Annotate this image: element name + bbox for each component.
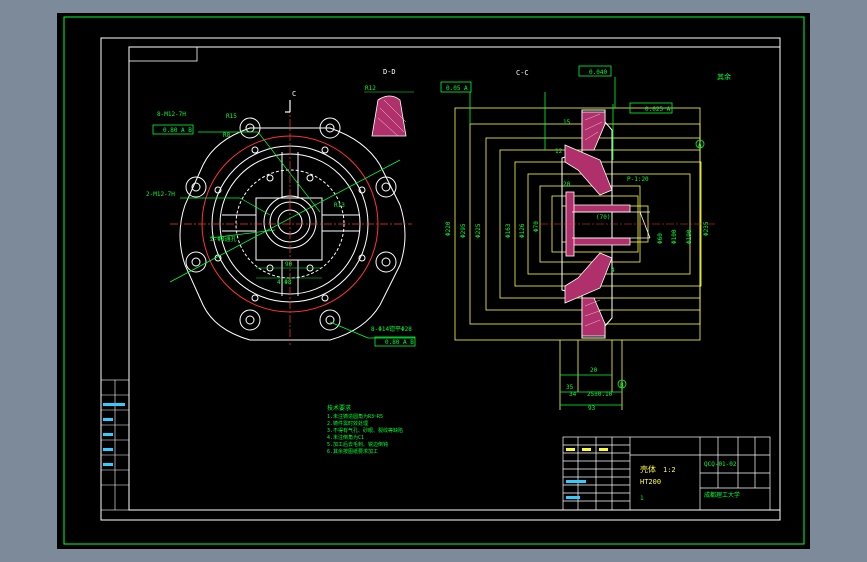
label-datum-b: B: [620, 382, 624, 389]
tech-note-6: 6.其余按图纸要求加工: [327, 448, 378, 455]
label-dim-20: 20: [563, 181, 571, 188]
title-stamp-5: [566, 496, 580, 499]
title-block-text: 壳体 1:2 HT200 QCQ-01-02 成都理工大学 1: [566, 448, 740, 502]
label-dim-d220: Φ220: [445, 221, 452, 236]
title-stamp-2: [582, 448, 591, 451]
title-stamp-3: [599, 448, 608, 451]
label-flatness: 0.05 A: [446, 85, 468, 92]
title-company: 成都理工大学: [704, 491, 740, 499]
label-r15: R15: [226, 113, 237, 120]
tech-note-4: 4.未注倒角为C1: [327, 434, 364, 441]
sheet-border: [100, 37, 781, 521]
label-r13: R13: [334, 202, 345, 209]
title-drawing-no: QCQ-01-02: [704, 461, 737, 468]
title-material: HT200: [640, 478, 661, 486]
label-pos-tol-bottom: 0.80 A B: [385, 339, 414, 346]
label-datum-a: A: [698, 142, 702, 149]
label-dim-4: 4: [611, 267, 615, 274]
corner-box: [128, 46, 198, 62]
drawing-labels: D-D C-C C R12 R15 R8 R13 8-M12-7H 2-M12-…: [146, 68, 731, 412]
label-dim-d225: Φ225: [475, 223, 482, 238]
label-dim-d70: Φ70: [533, 221, 540, 232]
tech-note-5: 5.加工后去毛刺、锐边倒钝: [327, 441, 388, 448]
label-dim-90: 90: [285, 261, 293, 268]
title-scale: 1:2: [663, 466, 676, 474]
tech-notes-title: 技术要求: [327, 404, 351, 412]
tech-note-1: 1.未注铸造圆角为R3~R5: [327, 413, 383, 420]
label-dim-d163: Φ163: [505, 223, 512, 238]
title-stamp-4: [566, 480, 586, 483]
label-hole-bottom: 8-Φ14锪平Φ28: [371, 325, 412, 333]
label-dim-d60: Φ60: [657, 233, 664, 244]
label-dim-d100: Φ100: [671, 229, 678, 244]
label-dim-12: 12: [555, 148, 563, 155]
label-r8: R8: [223, 132, 231, 139]
label-dim-93: 93: [588, 405, 596, 412]
label-dim-25: 25±0.10: [587, 391, 613, 398]
tech-note-2: 2.铸件需时效处理: [327, 420, 368, 427]
label-dim-d190: Φ190: [686, 229, 693, 244]
label-dim-d295: Φ295: [460, 223, 467, 238]
label-hole-top: 8-M12-7H: [157, 111, 186, 118]
label-taper: P-1:20: [627, 176, 649, 183]
label-dim-20b: 20: [590, 367, 598, 374]
side-column-labels: [103, 403, 125, 466]
label-dim-35: 35: [566, 384, 574, 391]
title-stamp-1: [566, 448, 575, 451]
label-pos-tol-top: 0.80 A B: [163, 127, 192, 134]
label-dim-15: 15: [563, 119, 571, 126]
label-section-c: C: [292, 90, 296, 98]
front-view: [169, 100, 415, 345]
title-part-name: 壳体: [640, 464, 656, 474]
label-roughness: 其余: [717, 72, 731, 81]
outer-frame: [63, 16, 805, 545]
technical-notes: 技术要求 1.未注铸造圆角为R3~R5 2.铸件需时效处理 3.不得有气孔、砂眼…: [327, 404, 403, 455]
label-view-dd: D-D: [383, 68, 396, 76]
label-hole-left: 2-M12-7H: [146, 191, 175, 198]
cad-drawing: D-D C-C C R12 R15 R8 R13 8-M12-7H 2-M12-…: [63, 16, 805, 545]
label-dim-34: 34: [569, 391, 577, 398]
section-dd: [364, 91, 414, 137]
label-dim-70: (70): [596, 214, 610, 221]
label-dim-d126: Φ126: [519, 223, 526, 238]
label-view-cc: C-C: [516, 69, 529, 77]
label-dim-4-8: 4-Φ8: [277, 279, 292, 286]
label-hole-inner: 2-Φ8通孔: [210, 235, 236, 243]
label-parallel: 0.040: [589, 69, 607, 76]
tech-note-3: 3.不得有气孔、砂眼、裂纹等缺陷: [327, 427, 403, 434]
label-perp: 0.025 A: [645, 106, 671, 113]
side-column: [100, 379, 130, 511]
title-qty: 1: [640, 495, 644, 502]
label-r12: R12: [365, 85, 376, 92]
label-dim-d235: Φ235: [703, 221, 710, 236]
